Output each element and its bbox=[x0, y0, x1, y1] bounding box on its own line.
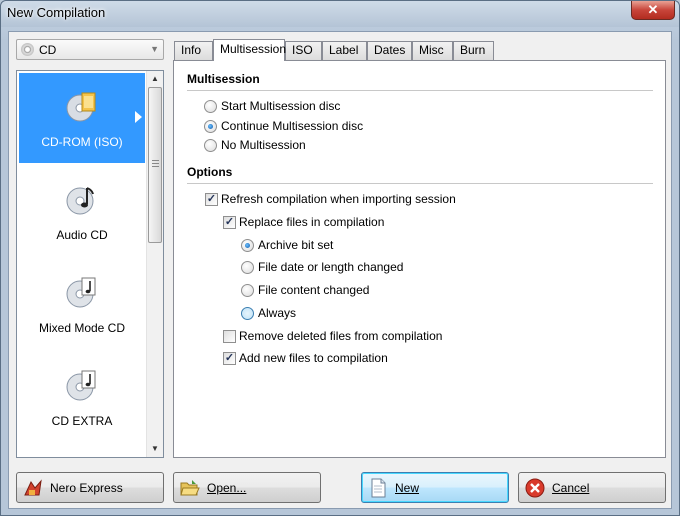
tab-info[interactable]: Info bbox=[174, 41, 213, 60]
radio-button[interactable] bbox=[241, 283, 254, 297]
list-item-label: Mixed Mode CD bbox=[38, 321, 126, 335]
section-divider bbox=[187, 183, 653, 184]
scroll-down-icon[interactable]: ▼ bbox=[147, 441, 163, 457]
open-button[interactable]: Open... bbox=[173, 472, 321, 503]
continue-multisession-radio[interactable]: Continue Multisession disc bbox=[204, 118, 363, 134]
radio-label: No Multisession bbox=[221, 138, 306, 152]
file-content-radio[interactable]: File content changed bbox=[241, 282, 369, 298]
new-button[interactable]: New bbox=[361, 472, 509, 503]
checkbox[interactable]: ✓ bbox=[205, 192, 218, 206]
cd-extra-icon bbox=[66, 370, 96, 401]
tab-label[interactable]: Label bbox=[322, 41, 367, 60]
radio-button[interactable] bbox=[241, 260, 254, 274]
tab-burn[interactable]: Burn bbox=[453, 41, 494, 60]
button-label: Cancel bbox=[552, 481, 590, 495]
title-bar[interactable]: New Compilation ✕ bbox=[1, 1, 679, 27]
add-new-files-checkbox[interactable]: ✓ Add new files to compilation bbox=[223, 350, 388, 366]
new-document-icon bbox=[371, 478, 386, 498]
file-date-radio[interactable]: File date or length changed bbox=[241, 259, 403, 275]
nero-express-icon bbox=[24, 479, 42, 496]
chevron-down-icon: ▼ bbox=[150, 44, 159, 54]
list-scrollbar[interactable]: ▲ ▼ bbox=[146, 71, 163, 457]
nero-express-button[interactable]: Nero Express bbox=[16, 472, 164, 503]
no-multisession-radio[interactable]: No Multisession bbox=[204, 137, 306, 153]
tab-multisession[interactable]: Multisession bbox=[213, 39, 286, 61]
tab-dates[interactable]: Dates bbox=[367, 41, 412, 60]
always-radio[interactable]: Always bbox=[241, 305, 296, 321]
grip-icon bbox=[152, 160, 159, 167]
folder-open-icon bbox=[180, 480, 200, 496]
radio-button[interactable] bbox=[204, 99, 217, 113]
refresh-compilation-checkbox[interactable]: ✓ Refresh compilation when importing ses… bbox=[205, 191, 456, 207]
checkbox[interactable] bbox=[223, 329, 236, 343]
disc-icon bbox=[21, 43, 34, 56]
button-label: Nero Express bbox=[50, 481, 123, 495]
audio-cd-icon bbox=[66, 187, 94, 215]
radio-button[interactable] bbox=[241, 306, 254, 320]
checkbox-label: Replace files in compilation bbox=[239, 215, 385, 229]
scroll-up-icon[interactable]: ▲ bbox=[147, 71, 163, 87]
mixed-mode-cd-icon bbox=[66, 277, 96, 308]
list-item-cd-extra[interactable]: CD EXTRA bbox=[19, 352, 145, 442]
checkbox-label: Add new files to compilation bbox=[239, 351, 388, 365]
section-divider bbox=[187, 90, 653, 91]
checkbox[interactable]: ✓ bbox=[223, 351, 236, 365]
device-dropdown-value: CD bbox=[39, 43, 57, 57]
cdrom-iso-icon bbox=[66, 92, 96, 122]
button-label: New bbox=[395, 481, 420, 495]
tab-misc[interactable]: Misc bbox=[412, 41, 453, 60]
dialog-client: CD ▼ CD-ROM (ISO) Audio CD Mixed Mode CD… bbox=[8, 31, 672, 509]
list-item-cdrom-iso[interactable]: CD-ROM (ISO) bbox=[19, 73, 145, 163]
close-button[interactable]: ✕ bbox=[631, 1, 675, 20]
new-compilation-window: New Compilation ✕ CD ▼ CD-ROM (ISO) Audi… bbox=[0, 0, 680, 516]
tab-iso[interactable]: ISO bbox=[285, 41, 322, 60]
cancel-button[interactable]: Cancel bbox=[518, 472, 666, 503]
checkbox-label: Remove deleted files from compilation bbox=[239, 329, 443, 343]
replace-files-checkbox[interactable]: ✓ Replace files in compilation bbox=[223, 214, 384, 230]
radio-button[interactable] bbox=[204, 138, 217, 152]
radio-label: Start Multisession disc bbox=[221, 99, 341, 113]
list-item-mixed-mode-cd[interactable]: Mixed Mode CD bbox=[19, 259, 145, 349]
button-label: Open... bbox=[207, 481, 247, 495]
multisession-section-title: Multisession bbox=[187, 72, 260, 86]
device-dropdown[interactable]: CD ▼ bbox=[16, 39, 164, 60]
radio-button[interactable] bbox=[241, 238, 254, 252]
start-multisession-radio[interactable]: Start Multisession disc bbox=[204, 98, 340, 114]
radio-button[interactable] bbox=[204, 119, 217, 133]
options-section-title: Options bbox=[187, 165, 233, 179]
list-item-label: CD EXTRA bbox=[51, 414, 113, 428]
multisession-panel: Multisession Start Multisession disc Con… bbox=[173, 60, 666, 458]
remove-deleted-checkbox[interactable]: Remove deleted files from compilation bbox=[223, 328, 442, 344]
radio-label: File content changed bbox=[258, 283, 370, 297]
radio-label: Always bbox=[258, 306, 297, 320]
list-item-audio-cd[interactable]: Audio CD bbox=[19, 166, 145, 256]
list-item-label: Audio CD bbox=[56, 228, 108, 242]
compilation-type-list: CD-ROM (ISO) Audio CD Mixed Mode CD CD E… bbox=[16, 70, 164, 458]
scroll-thumb[interactable] bbox=[148, 87, 162, 243]
archive-bit-radio[interactable]: Archive bit set bbox=[241, 237, 333, 253]
window-title: New Compilation bbox=[7, 5, 106, 20]
checkbox[interactable]: ✓ bbox=[223, 215, 236, 229]
list-item-label: CD-ROM (ISO) bbox=[41, 135, 123, 149]
radio-label: Continue Multisession disc bbox=[221, 119, 364, 133]
cancel-icon bbox=[525, 478, 545, 498]
radio-label: File date or length changed bbox=[258, 260, 404, 274]
radio-label: Archive bit set bbox=[258, 238, 334, 252]
checkbox-label: Refresh compilation when importing sessi… bbox=[221, 192, 456, 206]
selection-arrow-icon bbox=[135, 111, 142, 123]
